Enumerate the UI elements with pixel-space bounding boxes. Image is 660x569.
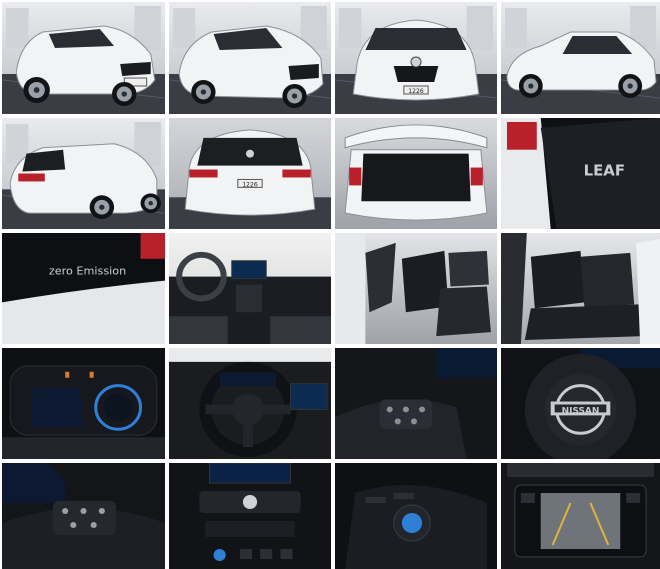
steering-hub-logo-photo-image: NISSAN — [501, 348, 660, 459]
emission-badge-text: zero Emission — [49, 265, 126, 278]
rear-view-photo-image: 1226 — [169, 118, 331, 229]
shifter-knob-photo-image — [335, 463, 497, 569]
brand-logo-text: NISSAN — [562, 406, 600, 416]
wheel-buttons-closeup-photo-image — [2, 463, 165, 569]
front-seats-photo-image — [335, 233, 497, 344]
dashboard-interior-photo-image — [169, 233, 331, 344]
front-left-angle-photo[interactable] — [169, 2, 331, 114]
rear-seats-photo[interactable] — [501, 233, 660, 344]
zero-emission-badge-photo-image: zero Emission — [2, 233, 165, 344]
open-hatch-cargo-photo[interactable] — [335, 118, 497, 229]
instrument-cluster-photo-image — [2, 348, 165, 459]
wheel-controls-left-photo-image — [335, 348, 497, 459]
dashboard-interior-photo[interactable] — [169, 233, 331, 344]
steering-hub-logo-photo[interactable]: NISSAN — [501, 348, 660, 459]
rear-view-photo[interactable]: 1226 — [169, 118, 331, 229]
zero-emission-badge-photo[interactable]: zero Emission — [2, 233, 165, 344]
wheel-controls-left-photo[interactable] — [335, 348, 497, 459]
rear-left-three-quarter-photo-image — [2, 118, 165, 229]
front-seats-photo[interactable] — [335, 233, 497, 344]
front-left-three-quarter-photo[interactable] — [2, 2, 165, 114]
front-left-angle-photo-image — [169, 2, 331, 114]
leaf-badge-closeup-photo-image: LEAF — [501, 118, 660, 229]
steering-wheel-photo-image — [169, 348, 331, 459]
side-profile-photo-image — [501, 2, 660, 114]
rear-left-three-quarter-photo[interactable] — [2, 118, 165, 229]
center-console-photo-image — [169, 463, 331, 569]
front-view-photo[interactable]: 1226 — [335, 2, 497, 114]
wheel-buttons-closeup-photo[interactable] — [2, 463, 165, 569]
side-profile-photo[interactable] — [501, 2, 660, 114]
steering-wheel-photo[interactable] — [169, 348, 331, 459]
open-hatch-cargo-photo-image — [335, 118, 497, 229]
rear-plate-text: 1226 — [242, 181, 258, 188]
center-console-photo[interactable] — [169, 463, 331, 569]
photo-gallery-grid: 1226 1226 LEAF zero Emission NISSAN — [0, 0, 660, 569]
leaf-badge-closeup-photo[interactable]: LEAF — [501, 118, 660, 229]
front-left-three-quarter-photo-image — [2, 2, 165, 114]
front-view-photo-image: 1226 — [335, 2, 497, 114]
rear-seats-photo-image — [501, 233, 660, 344]
backup-camera-screen-photo-image — [501, 463, 660, 569]
front-plate-text: 1226 — [408, 88, 424, 95]
model-badge-text: LEAF — [584, 162, 625, 180]
backup-camera-screen-photo[interactable] — [501, 463, 660, 569]
instrument-cluster-photo[interactable] — [2, 348, 165, 459]
shifter-knob-photo[interactable] — [335, 463, 497, 569]
